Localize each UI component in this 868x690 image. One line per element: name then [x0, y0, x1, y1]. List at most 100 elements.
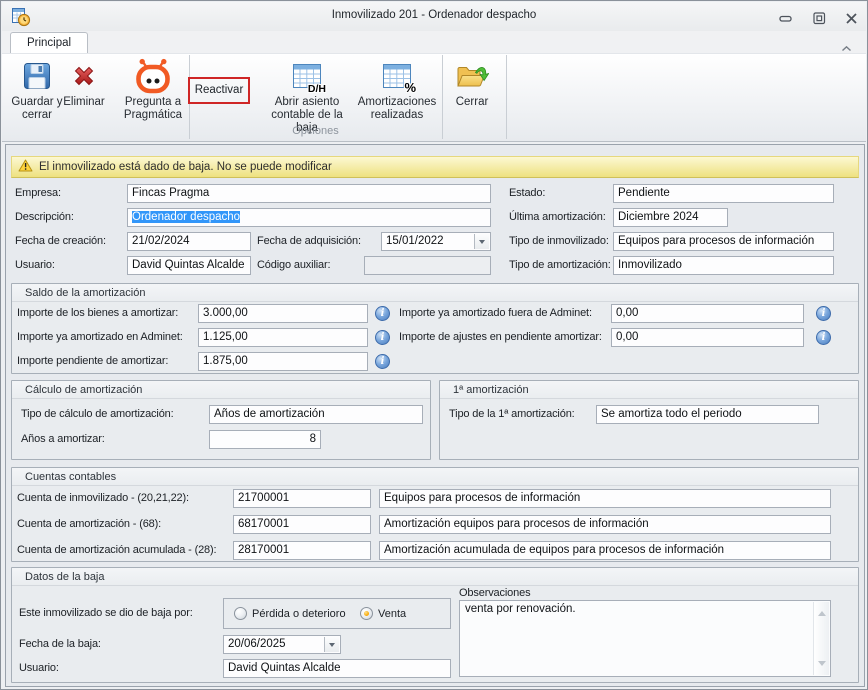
info-icon[interactable]: i: [375, 306, 390, 321]
cuenta-acumulada-code-field[interactable]: 28170001: [233, 541, 371, 560]
selected-text: Ordenador despacho: [132, 211, 240, 223]
tipo-calculo-field[interactable]: Años de amortización: [209, 405, 423, 424]
info-icon[interactable]: i: [816, 330, 831, 345]
minimize-button[interactable]: [777, 9, 795, 27]
delete-icon: [70, 57, 98, 95]
folder-exit-icon: [455, 57, 489, 95]
tipo-amortizacion-field[interactable]: Inmovilizado: [613, 256, 834, 275]
delete-button[interactable]: Eliminar: [58, 57, 110, 109]
importe-fuera-field[interactable]: 0,00: [611, 304, 804, 323]
fecha-adquisicion-dropdown[interactable]: [474, 234, 489, 249]
ledger-grid-icon: D/H: [292, 57, 322, 95]
dh-overlay: D/H: [308, 83, 326, 95]
codigo-auxiliar-field[interactable]: [364, 256, 491, 275]
warning-text: El inmovilizado está dado de baja. No se…: [39, 161, 332, 173]
scroll-up-icon[interactable]: [818, 607, 826, 616]
tipo-amortizacion-label: Tipo de amortización:: [509, 256, 611, 275]
fecha-creacion-label: Fecha de creación:: [15, 232, 106, 251]
maximize-button[interactable]: [810, 9, 828, 27]
reactivar-button[interactable]: Reactivar: [188, 77, 250, 104]
importe-amortizado-field[interactable]: 1.125,00: [198, 328, 368, 347]
percent-grid-icon: %: [382, 57, 412, 95]
cuentas-group-title: Cuentas contables: [12, 468, 858, 486]
tipo-inmovilizado-label: Tipo de inmovilizado:: [509, 232, 609, 251]
cuenta-inmovilizado-desc-field[interactable]: Equipos para procesos de información: [379, 489, 831, 508]
fecha-baja-label: Fecha de la baja:: [19, 635, 101, 654]
importe-ajustes-field[interactable]: 0,00: [611, 328, 804, 347]
fecha-adquisicion-field[interactable]: 15/01/2022: [381, 232, 491, 251]
robot-icon: [134, 57, 172, 95]
fecha-baja-field[interactable]: 20/06/2025: [223, 635, 341, 654]
radio-unchecked-icon: [234, 607, 247, 620]
importe-fuera-label: Importe ya amortizado fuera de Adminet:: [399, 304, 592, 323]
info-icon[interactable]: i: [816, 306, 831, 321]
scroll-down-icon[interactable]: [818, 661, 826, 670]
observaciones-textarea[interactable]: venta por renovación.: [459, 600, 831, 677]
baja-motivo-radio-group: Pérdida o deterioro Venta: [223, 598, 451, 629]
usuario-baja-label: Usuario:: [19, 659, 59, 678]
cuenta-inmovilizado-code-field[interactable]: 21700001: [233, 489, 371, 508]
tipo-primera-label: Tipo de la 1ª amortización:: [449, 405, 575, 424]
ultima-amortizacion-label: Última amortización:: [509, 208, 606, 227]
toolbar-group-label: Opciones: [189, 125, 442, 137]
warning-icon: [18, 159, 33, 175]
importe-bienes-field[interactable]: 3.000,00: [198, 304, 368, 323]
estado-label: Estado:: [509, 184, 545, 203]
info-icon[interactable]: i: [375, 354, 390, 369]
empresa-label: Empresa:: [15, 184, 61, 203]
ultima-amortizacion-field[interactable]: Diciembre 2024: [613, 208, 728, 227]
save-icon: [22, 57, 52, 95]
cuenta-amortizacion-code-field[interactable]: 68170001: [233, 515, 371, 534]
importe-bienes-label: Importe de los bienes a amortizar:: [17, 304, 178, 323]
close-form-button[interactable]: Cerrar: [443, 57, 501, 109]
importe-ajustes-label: Importe de ajustes en pendiente amortiza…: [399, 328, 602, 347]
cuenta-inmovilizado-label: Cuenta de inmovilizado - (20,21,22):: [17, 489, 189, 508]
fecha-baja-dropdown[interactable]: [324, 637, 339, 652]
amortizations-done-button[interactable]: % Amortizaciones realizadas: [351, 57, 443, 122]
radio-perdida-label: Pérdida o deterioro: [252, 608, 346, 620]
anos-amortizar-field[interactable]: 8: [209, 430, 321, 449]
title-bar: Inmovilizado 201 - Ordenador despacho: [2, 2, 866, 31]
percent-overlay: %: [404, 80, 416, 95]
fecha-adquisicion-label: Fecha de adquisición:: [257, 232, 361, 251]
toolbar-separator: [506, 55, 507, 139]
tipo-primera-field[interactable]: Se amortiza todo el periodo: [596, 405, 819, 424]
warning-banner: El inmovilizado está dado de baja. No se…: [11, 156, 859, 178]
open-entry-button[interactable]: D/H Abrir asiento contable de la baja: [259, 57, 355, 135]
empresa-field[interactable]: Fincas Pragma: [127, 184, 491, 203]
radio-venta[interactable]: Venta: [360, 607, 406, 620]
observaciones-text: venta por renovación.: [465, 603, 576, 615]
window-title: Inmovilizado 201 - Ordenador despacho: [2, 9, 866, 21]
usuario-baja-field[interactable]: David Quintas Alcalde: [223, 659, 451, 678]
radio-perdida[interactable]: Pérdida o deterioro: [234, 607, 346, 620]
descripcion-label: Descripción:: [15, 208, 74, 227]
cuenta-acumulada-desc-field[interactable]: Amortización acumulada de equipos para p…: [379, 541, 831, 560]
usuario-field[interactable]: David Quintas Alcalde: [127, 256, 251, 275]
ribbon-tab-row: Principal: [2, 31, 866, 53]
cuenta-amortizacion-label: Cuenta de amortización - (68):: [17, 515, 161, 534]
estado-field[interactable]: Pendiente: [613, 184, 834, 203]
app-window: Inmovilizado 201 - Ordenador despacho Pr…: [0, 0, 868, 690]
tab-principal[interactable]: Principal: [10, 32, 88, 54]
info-icon[interactable]: i: [375, 330, 390, 345]
baja-group-title: Datos de la baja: [12, 568, 858, 586]
fecha-baja-value: 20/06/2025: [228, 638, 286, 650]
radio-checked-icon: [360, 607, 373, 620]
descripcion-field[interactable]: Ordenador despacho: [127, 208, 491, 227]
chevron-down-icon: [479, 240, 485, 247]
scrollbar[interactable]: [813, 602, 829, 675]
chevron-down-icon: [329, 643, 335, 650]
saldo-group-title: Saldo de la amortización: [12, 284, 858, 302]
importe-amortizado-label: Importe ya amortizado en Adminet:: [17, 328, 183, 347]
cuenta-acumulada-label: Cuenta de amortización acumulada - (28):: [17, 541, 216, 560]
anos-amortizar-label: Años a amortizar:: [21, 430, 105, 449]
importe-pendiente-field[interactable]: 1.875,00: [198, 352, 368, 371]
tipo-inmovilizado-field[interactable]: Equipos para procesos de información: [613, 232, 834, 251]
close-button[interactable]: [842, 9, 860, 27]
ask-pragmatica-button[interactable]: Pregunta a Pragmática: [118, 57, 188, 122]
baja-motivo-label: Este inmovilizado se dio de baja por:: [19, 604, 193, 623]
importe-pendiente-label: Importe pendiente de amortizar:: [17, 352, 168, 371]
fecha-creacion-field[interactable]: 21/02/2024: [127, 232, 251, 251]
fecha-adquisicion-value: 15/01/2022: [386, 235, 444, 247]
cuenta-amortizacion-desc-field[interactable]: Amortización equipos para procesos de in…: [379, 515, 831, 534]
